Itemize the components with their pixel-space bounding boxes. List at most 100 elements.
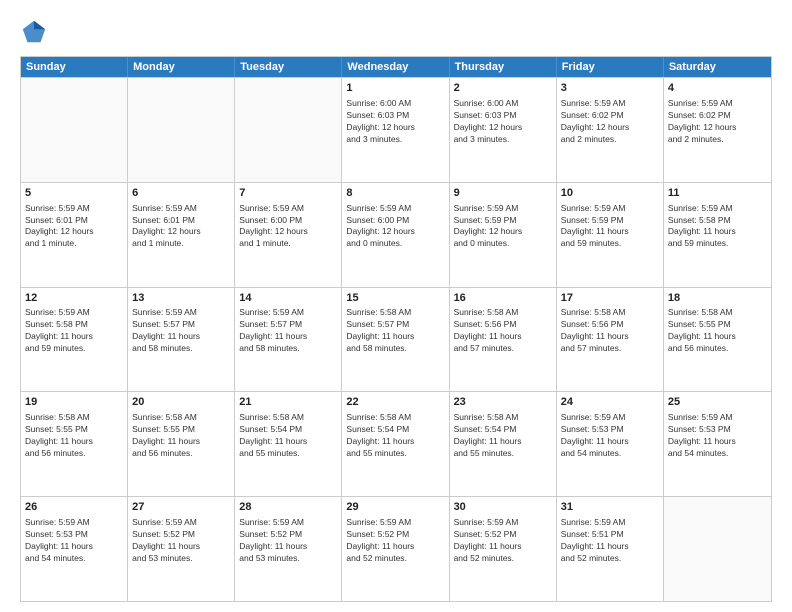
day-info: Sunrise: 5:59 AM Sunset: 6:02 PM Dayligh… — [561, 98, 659, 146]
page: SundayMondayTuesdayWednesdayThursdayFrid… — [0, 0, 792, 612]
logo — [20, 18, 52, 46]
day-info: Sunrise: 5:59 AM Sunset: 5:58 PM Dayligh… — [25, 307, 123, 355]
day-info: Sunrise: 5:59 AM Sunset: 6:02 PM Dayligh… — [668, 98, 767, 146]
day-number: 11 — [668, 186, 767, 201]
day-info: Sunrise: 5:58 AM Sunset: 5:56 PM Dayligh… — [454, 307, 552, 355]
day-info: Sunrise: 5:59 AM Sunset: 5:59 PM Dayligh… — [561, 203, 659, 251]
cal-cell-31: 31 Sunrise: 5:59 AM Sunset: 5:51 PM Dayli… — [557, 497, 664, 601]
cal-cell-12: 12Sunrise: 5:59 AM Sunset: 5:58 PM Dayli… — [21, 288, 128, 392]
cal-header-saturday: Saturday — [664, 57, 771, 77]
cal-header-sunday: Sunday — [21, 57, 128, 77]
cal-cell-5: 5 Sunrise: 5:59 AM Sunset: 6:01 PM Daylig… — [21, 183, 128, 287]
day-number: 8 — [346, 186, 444, 201]
day-number: 15 — [346, 291, 444, 306]
cal-cell-25: 25Sunrise: 5:59 AM Sunset: 5:53 PM Dayli… — [664, 392, 771, 496]
day-number: 2 — [454, 81, 552, 96]
day-info: Sunrise: 5:58 AM Sunset: 5:55 PM Dayligh… — [25, 412, 123, 460]
cal-cell-empty — [128, 78, 235, 182]
cal-cell-23: 23Sunrise: 5:58 AM Sunset: 5:54 PM Dayli… — [450, 392, 557, 496]
calendar-header: SundayMondayTuesdayWednesdayThursdayFrid… — [21, 57, 771, 77]
day-info: Sunrise: 5:58 AM Sunset: 5:54 PM Dayligh… — [239, 412, 337, 460]
day-info: Sunrise: 5:59 AM Sunset: 6:01 PM Dayligh… — [25, 203, 123, 251]
cal-cell-14: 14Sunrise: 5:59 AM Sunset: 5:57 PM Dayli… — [235, 288, 342, 392]
day-number: 7 — [239, 186, 337, 201]
cal-cell-22: 22 Sunrise: 5:58 AM Sunset: 5:54 PM Dayli… — [342, 392, 449, 496]
calendar: SundayMondayTuesdayWednesdayThursdayFrid… — [20, 56, 772, 602]
day-number: 28 — [239, 500, 337, 515]
cal-header-monday: Monday — [128, 57, 235, 77]
cal-cell-17: 17Sunrise: 5:58 AM Sunset: 5:56 PM Dayli… — [557, 288, 664, 392]
cal-cell-19: 19 Sunrise: 5:58 AM Sunset: 5:55 PM Dayli… — [21, 392, 128, 496]
day-info: Sunrise: 5:59 AM Sunset: 5:53 PM Dayligh… — [668, 412, 767, 460]
day-number: 14 — [239, 291, 337, 306]
cal-cell-1: 1 Sunrise: 6:00 AM Sunset: 6:03 PM Daylig… — [342, 78, 449, 182]
day-number: 21 — [239, 395, 337, 410]
cal-cell-10: 10 Sunrise: 5:59 AM Sunset: 5:59 PM Dayli… — [557, 183, 664, 287]
day-number: 13 — [132, 291, 230, 306]
day-info: Sunrise: 6:00 AM Sunset: 6:03 PM Dayligh… — [454, 98, 552, 146]
cal-cell-28: 28 Sunrise: 5:59 AM Sunset: 5:52 PM Dayli… — [235, 497, 342, 601]
cal-cell-11: 11Sunrise: 5:59 AM Sunset: 5:58 PM Dayli… — [664, 183, 771, 287]
cal-header-friday: Friday — [557, 57, 664, 77]
cal-cell-7: 7 Sunrise: 5:59 AM Sunset: 6:00 PM Daylig… — [235, 183, 342, 287]
cal-header-thursday: Thursday — [450, 57, 557, 77]
day-info: Sunrise: 5:59 AM Sunset: 6:01 PM Dayligh… — [132, 203, 230, 251]
day-info: Sunrise: 5:59 AM Sunset: 5:51 PM Dayligh… — [561, 517, 659, 565]
cal-row-2: 12Sunrise: 5:59 AM Sunset: 5:58 PM Dayli… — [21, 287, 771, 392]
day-number: 4 — [668, 81, 767, 96]
cal-cell-27: 27 Sunrise: 5:59 AM Sunset: 5:52 PM Dayli… — [128, 497, 235, 601]
day-info: Sunrise: 5:59 AM Sunset: 6:00 PM Dayligh… — [239, 203, 337, 251]
day-info: Sunrise: 5:59 AM Sunset: 5:52 PM Dayligh… — [132, 517, 230, 565]
day-info: Sunrise: 6:00 AM Sunset: 6:03 PM Dayligh… — [346, 98, 444, 146]
day-info: Sunrise: 5:59 AM Sunset: 5:53 PM Dayligh… — [25, 517, 123, 565]
day-number: 3 — [561, 81, 659, 96]
day-number: 30 — [454, 500, 552, 515]
day-number: 17 — [561, 291, 659, 306]
logo-icon — [20, 18, 48, 46]
day-info: Sunrise: 5:59 AM Sunset: 5:53 PM Dayligh… — [561, 412, 659, 460]
day-info: Sunrise: 5:58 AM Sunset: 5:57 PM Dayligh… — [346, 307, 444, 355]
cal-header-wednesday: Wednesday — [342, 57, 449, 77]
day-number: 19 — [25, 395, 123, 410]
cal-cell-6: 6 Sunrise: 5:59 AM Sunset: 6:01 PM Daylig… — [128, 183, 235, 287]
cal-cell-empty — [235, 78, 342, 182]
day-info: Sunrise: 5:59 AM Sunset: 5:59 PM Dayligh… — [454, 203, 552, 251]
day-number: 6 — [132, 186, 230, 201]
day-number: 20 — [132, 395, 230, 410]
day-number: 23 — [454, 395, 552, 410]
cal-cell-empty — [664, 497, 771, 601]
day-number: 24 — [561, 395, 659, 410]
day-number: 22 — [346, 395, 444, 410]
day-number: 12 — [25, 291, 123, 306]
day-number: 27 — [132, 500, 230, 515]
cal-cell-4: 4 Sunrise: 5:59 AM Sunset: 6:02 PM Daylig… — [664, 78, 771, 182]
cal-cell-9: 9 Sunrise: 5:59 AM Sunset: 5:59 PM Daylig… — [450, 183, 557, 287]
cal-cell-20: 20 Sunrise: 5:58 AM Sunset: 5:55 PM Dayli… — [128, 392, 235, 496]
cal-cell-16: 16Sunrise: 5:58 AM Sunset: 5:56 PM Dayli… — [450, 288, 557, 392]
cal-cell-empty — [21, 78, 128, 182]
day-info: Sunrise: 5:59 AM Sunset: 5:52 PM Dayligh… — [346, 517, 444, 565]
day-info: Sunrise: 5:58 AM Sunset: 5:56 PM Dayligh… — [561, 307, 659, 355]
cal-cell-2: 2 Sunrise: 6:00 AM Sunset: 6:03 PM Daylig… — [450, 78, 557, 182]
day-number: 31 — [561, 500, 659, 515]
day-info: Sunrise: 5:59 AM Sunset: 5:52 PM Dayligh… — [239, 517, 337, 565]
day-number: 10 — [561, 186, 659, 201]
cal-cell-30: 30Sunrise: 5:59 AM Sunset: 5:52 PM Dayli… — [450, 497, 557, 601]
day-info: Sunrise: 5:58 AM Sunset: 5:55 PM Dayligh… — [132, 412, 230, 460]
day-number: 1 — [346, 81, 444, 96]
cal-row-4: 26Sunrise: 5:59 AM Sunset: 5:53 PM Dayli… — [21, 496, 771, 601]
cal-cell-15: 15Sunrise: 5:58 AM Sunset: 5:57 PM Dayli… — [342, 288, 449, 392]
day-number: 9 — [454, 186, 552, 201]
cal-cell-8: 8 Sunrise: 5:59 AM Sunset: 6:00 PM Daylig… — [342, 183, 449, 287]
day-info: Sunrise: 5:58 AM Sunset: 5:54 PM Dayligh… — [346, 412, 444, 460]
day-number: 5 — [25, 186, 123, 201]
day-info: Sunrise: 5:59 AM Sunset: 5:57 PM Dayligh… — [239, 307, 337, 355]
cal-cell-13: 13Sunrise: 5:59 AM Sunset: 5:57 PM Dayli… — [128, 288, 235, 392]
cal-cell-21: 21 Sunrise: 5:58 AM Sunset: 5:54 PM Dayli… — [235, 392, 342, 496]
day-number: 16 — [454, 291, 552, 306]
cal-row-0: 1 Sunrise: 6:00 AM Sunset: 6:03 PM Daylig… — [21, 77, 771, 182]
day-number: 18 — [668, 291, 767, 306]
cal-cell-26: 26Sunrise: 5:59 AM Sunset: 5:53 PM Dayli… — [21, 497, 128, 601]
cal-cell-18: 18Sunrise: 5:58 AM Sunset: 5:55 PM Dayli… — [664, 288, 771, 392]
day-info: Sunrise: 5:59 AM Sunset: 6:00 PM Dayligh… — [346, 203, 444, 251]
